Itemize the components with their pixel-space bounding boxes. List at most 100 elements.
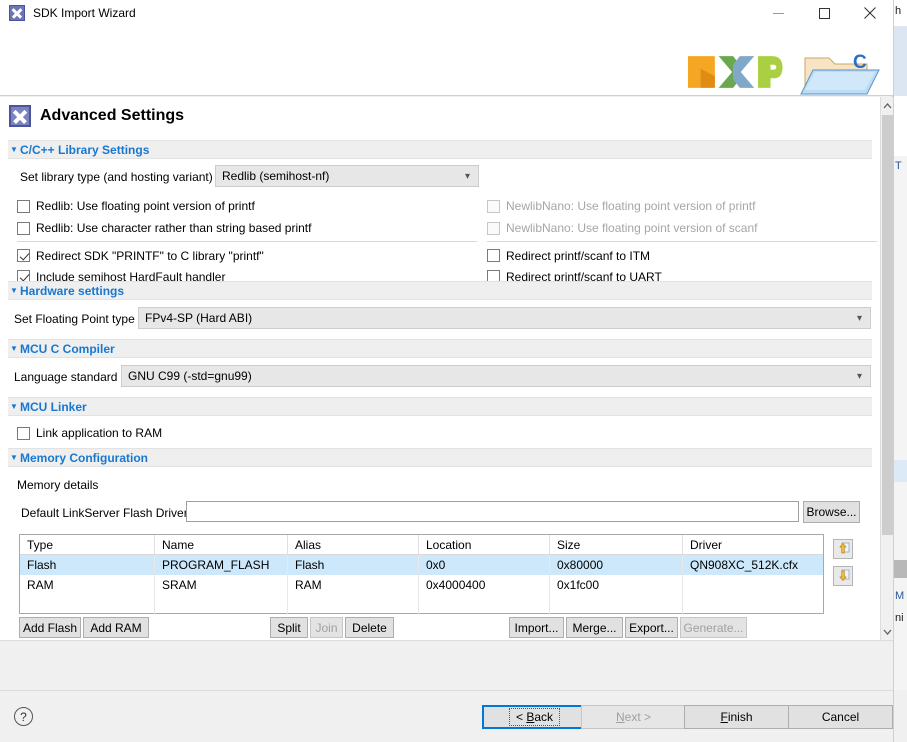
finish-button[interactable]: Finish (684, 705, 789, 729)
column-header-driver[interactable]: Driver (683, 535, 823, 554)
browse-button[interactable]: Browse... (803, 501, 860, 523)
next-button-label: Next > (616, 710, 651, 724)
column-header-type[interactable]: Type (20, 535, 155, 554)
window-title: SDK Import Wizard (33, 6, 136, 20)
nxp-logo (687, 56, 783, 88)
close-icon[interactable] (847, 0, 893, 26)
cell-empty (155, 595, 288, 615)
checkbox-redlib-float-printf[interactable]: Redlib: Use floating point version of pr… (17, 195, 477, 217)
checkbox-box[interactable] (17, 426, 30, 440)
memory-details-table[interactable]: Type Name Alias Location Size Driver Fla… (19, 534, 824, 615)
minimize-icon[interactable] (755, 0, 801, 26)
title-bar[interactable]: SDK Import Wizard (0, 0, 893, 26)
bg-area-1 (894, 96, 907, 156)
cell-empty (288, 595, 419, 615)
page-title: Advanced Settings (40, 107, 185, 124)
content-scrollbar[interactable] (880, 97, 893, 640)
language-standard-combo[interactable]: GNU C99 (-std=gnu99) ▾ (121, 365, 871, 387)
delete-button[interactable]: Delete (345, 617, 394, 638)
chevron-down-icon[interactable]: ▾ (857, 313, 866, 324)
maximize-icon[interactable] (801, 0, 847, 26)
merge-button[interactable]: Merge... (566, 617, 623, 638)
bg-area-3 (894, 560, 907, 578)
table-row[interactable]: Flash PROGRAM_FLASH Flash 0x0 0x80000 QN… (20, 555, 823, 575)
bg-footer (894, 690, 907, 742)
checkbox-box[interactable] (17, 249, 30, 262)
join-button: Join (310, 617, 343, 638)
checkbox-label: Redlib: Use character rather than string… (36, 221, 312, 235)
library-type-row: Set library type (and hosting variant) R… (0, 159, 880, 193)
library-type-value: Redlib (semihost-nf) (222, 169, 330, 183)
section-title-linker: MCU Linker (20, 399, 87, 414)
checkbox-box[interactable] (17, 199, 30, 213)
section-header-linker[interactable]: ▼ MCU Linker (8, 397, 872, 416)
triangle-down-icon[interactable]: ▼ (8, 344, 20, 353)
memory-configuration-body: Memory details Default LinkServer Flash … (0, 467, 880, 638)
cell-empty (683, 595, 823, 615)
chevron-down-icon[interactable]: ▾ (857, 371, 866, 382)
library-type-combo[interactable]: Redlib (semihost-nf) ▾ (215, 165, 479, 187)
bg-fragment-2: M (895, 590, 905, 602)
library-checkbox-grid: Redlib: Use floating point version of pr… (0, 193, 880, 284)
x-logo-icon (9, 105, 31, 127)
next-suffix: ext > (624, 710, 652, 724)
checkbox-box[interactable] (487, 249, 500, 262)
generate-button: Generate... (680, 617, 747, 638)
bg-banner (894, 26, 907, 96)
table-row[interactable]: RAM SRAM RAM 0x4000400 0x1fc00 (20, 575, 823, 595)
export-button[interactable]: Export... (625, 617, 678, 638)
default-flash-driver-input[interactable] (186, 501, 799, 522)
bg-area-2 (894, 460, 907, 482)
column-header-name[interactable]: Name (155, 535, 288, 554)
library-type-label: Set library type (and hosting variant) (20, 170, 213, 184)
column-header-size[interactable]: Size (550, 535, 683, 554)
cell-type: Flash (20, 555, 155, 575)
back-suffix: ack (534, 710, 554, 724)
page-header: Advanced Settings (0, 97, 880, 135)
help-icon[interactable]: ? (14, 707, 33, 726)
triangle-down-icon[interactable]: ▼ (8, 286, 20, 295)
cell-alias: Flash (288, 555, 419, 575)
scrollbar-thumb[interactable] (882, 115, 893, 535)
checkbox-label: Redlib: Use floating point version of pr… (36, 199, 255, 213)
memory-details-label: Memory details (17, 478, 99, 492)
column-header-alias[interactable]: Alias (288, 535, 419, 554)
column-header-location[interactable]: Location (419, 535, 550, 554)
background-window[interactable]: h T M ni (893, 0, 907, 742)
chevron-down-icon[interactable]: ▾ (465, 171, 474, 182)
triangle-down-icon[interactable]: ▼ (8, 145, 20, 154)
move-down-button[interactable] (833, 566, 853, 586)
triangle-down-icon[interactable]: ▼ (8, 402, 20, 411)
bg-fragment-1: T (895, 160, 902, 172)
cell-size: 0x80000 (550, 555, 683, 575)
chevron-up-icon[interactable] (881, 97, 894, 114)
checkbox-link-application-to-ram[interactable]: Link application to RAM (17, 424, 162, 442)
checkbox-redirect-itm[interactable]: Redirect printf/scanf to ITM (487, 245, 877, 266)
divider (487, 241, 877, 242)
checkbox-box[interactable] (17, 221, 30, 235)
chevron-down-icon[interactable] (881, 623, 894, 640)
c-project-folder-icon: C (800, 52, 880, 95)
section-header-compiler[interactable]: ▼ MCU C Compiler (8, 339, 872, 358)
checkbox-box (487, 199, 500, 213)
checkbox-label: Redirect SDK "PRINTF" to C library "prin… (36, 248, 264, 263)
section-header-hardware[interactable]: ▼ Hardware settings (8, 281, 872, 300)
floating-point-combo[interactable]: FPv4-SP (Hard ABI) ▾ (138, 307, 871, 329)
triangle-down-icon[interactable]: ▼ (8, 453, 20, 462)
checkbox-redlib-char-printf[interactable]: Redlib: Use character rather than string… (17, 217, 477, 239)
table-row-empty[interactable] (20, 595, 823, 615)
finish-button-label: Finish (720, 710, 752, 724)
add-flash-button[interactable]: Add Flash (19, 617, 81, 638)
import-button[interactable]: Import... (509, 617, 564, 638)
section-title-library: C/C++ Library Settings (20, 142, 150, 157)
section-header-library[interactable]: ▼ C/C++ Library Settings (8, 140, 872, 159)
split-button[interactable]: Split (270, 617, 308, 638)
section-header-memory[interactable]: ▼ Memory Configuration (8, 448, 872, 467)
move-up-button[interactable] (833, 539, 853, 559)
next-button: Next > (581, 705, 686, 729)
checkbox-redirect-sdk-printf[interactable]: Redirect SDK "PRINTF" to C library "prin… (17, 245, 477, 266)
cancel-button[interactable]: Cancel (788, 705, 893, 729)
cell-type: RAM (20, 575, 155, 595)
back-button[interactable]: < Back (482, 705, 587, 729)
add-ram-button[interactable]: Add RAM (83, 617, 149, 638)
